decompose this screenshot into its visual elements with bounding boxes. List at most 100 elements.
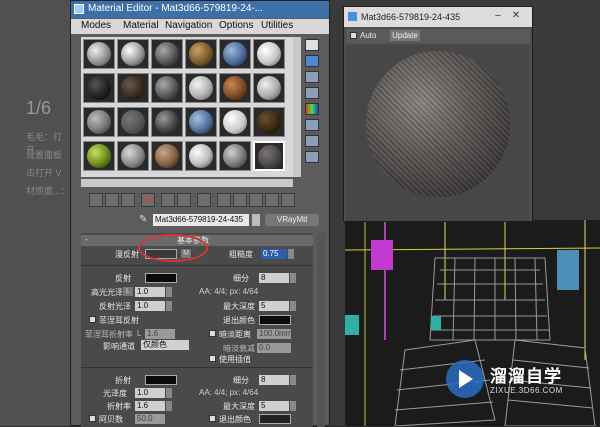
roughness-input[interactable]: 0.75 (261, 249, 287, 259)
material-id-icon[interactable] (217, 193, 231, 207)
ior-spinner[interactable] (166, 401, 172, 411)
hilight-gloss-input[interactable]: 1.0 (135, 287, 165, 297)
refl-gloss-input[interactable]: 1.0 (135, 301, 165, 311)
background-icon[interactable] (305, 71, 319, 83)
refract-exit-color-swatch[interactable] (259, 414, 291, 424)
material-name-dropdown[interactable] (252, 214, 260, 226)
go-to-parent-icon[interactable] (265, 193, 279, 207)
backlight-icon[interactable] (305, 55, 319, 67)
ior-input[interactable]: 1.6 (135, 401, 165, 411)
sample-slot[interactable] (185, 73, 217, 103)
reflect-exit-color-swatch[interactable] (259, 315, 291, 325)
copy-material-icon[interactable] (161, 193, 175, 207)
refract-gloss-input[interactable]: 1.0 (135, 388, 165, 398)
sample-slot[interactable] (117, 39, 149, 69)
show-end-result-icon[interactable] (249, 193, 263, 207)
reflect-subdiv-spinner[interactable] (290, 273, 296, 283)
sample-slot[interactable] (219, 141, 251, 171)
refract-color-swatch[interactable] (145, 375, 177, 385)
material-type-button[interactable]: VRayMtl (265, 214, 319, 226)
material-editor-window[interactable]: Material Editor - Mat3d66-579819-24-... … (70, 0, 330, 427)
sample-slot[interactable] (117, 107, 149, 137)
menu-utilities[interactable]: Utilities (261, 20, 293, 31)
sample-slot[interactable] (185, 39, 217, 69)
dim-distance-checkbox[interactable] (209, 330, 216, 337)
sample-slot[interactable] (151, 107, 183, 137)
refract-gloss-spinner[interactable] (166, 388, 172, 398)
update-button[interactable]: Update (390, 30, 420, 41)
roughness-spinner[interactable] (288, 249, 294, 259)
panel-scrollbar[interactable] (317, 233, 325, 427)
reflect-max-depth-input[interactable]: 5 (259, 301, 289, 311)
get-material-icon[interactable] (89, 193, 103, 207)
sample-slot[interactable] (185, 107, 217, 137)
refl-gloss-label: 反射光泽 (99, 302, 131, 311)
refract-subdiv-spinner[interactable] (290, 375, 296, 385)
material-preview-sphere (366, 51, 510, 197)
reset-map-icon[interactable]: ✕ (141, 193, 155, 207)
eyedropper-icon[interactable]: ✎ (139, 215, 149, 225)
affect-channels-dropdown[interactable]: 仅颜色 (141, 340, 189, 350)
sample-slot-selected[interactable] (253, 141, 285, 171)
assign-to-selection-icon[interactable] (121, 193, 135, 207)
make-unique-icon[interactable] (177, 193, 191, 207)
sample-slot[interactable] (253, 73, 285, 103)
make-preview-icon[interactable] (305, 119, 319, 131)
sample-slot[interactable] (219, 39, 251, 69)
section-divider (81, 367, 313, 368)
sample-slot[interactable] (185, 141, 217, 171)
dim-falloff-input[interactable]: 0.0 (257, 343, 291, 353)
reflect-subdiv-input[interactable]: 8 (259, 273, 289, 283)
refract-max-depth-input[interactable]: 5 (259, 401, 289, 411)
show-map-icon[interactable] (233, 193, 247, 207)
material-preview-window[interactable]: Mat3d66-579819-24-435 – ✕ Auto Update (343, 6, 533, 222)
hilight-lock-button[interactable]: L (123, 287, 133, 296)
options-icon[interactable] (305, 135, 319, 147)
close-button[interactable]: ✕ (510, 11, 522, 21)
reflect-max-depth-spinner[interactable] (290, 301, 296, 311)
sample-slot[interactable] (83, 107, 115, 137)
select-by-material-icon[interactable] (305, 151, 319, 163)
abbe-checkbox[interactable] (89, 415, 96, 422)
put-to-library-icon[interactable] (197, 193, 211, 207)
fresnel-checkbox[interactable] (89, 316, 96, 323)
sample-slot[interactable] (83, 141, 115, 171)
menu-navigation[interactable]: Navigation (165, 20, 212, 31)
minimize-button[interactable]: – (492, 11, 504, 21)
material-editor-titlebar[interactable]: Material Editor - Mat3d66-579819-24-... (71, 1, 329, 18)
slots-vertical-scrollbar[interactable] (293, 37, 301, 177)
menu-material[interactable]: Material (123, 20, 159, 31)
sample-slot[interactable] (219, 107, 251, 137)
refract-exit-color-checkbox[interactable] (209, 415, 216, 422)
uv-tiling-icon[interactable] (305, 87, 319, 99)
refract-max-depth-spinner[interactable] (290, 401, 296, 411)
sample-slot[interactable] (117, 141, 149, 171)
sample-slot[interactable] (151, 141, 183, 171)
auto-checkbox[interactable] (350, 32, 357, 39)
sample-slot[interactable] (219, 73, 251, 103)
hilight-gloss-spinner[interactable] (166, 287, 172, 297)
dim-distance-input[interactable]: 100.0mm (257, 329, 292, 339)
slots-horizontal-scrollbar[interactable] (81, 179, 293, 187)
refl-gloss-spinner[interactable] (166, 301, 172, 311)
material-name-field[interactable]: Mat3d66-579819-24-435 (153, 214, 249, 226)
sample-slot[interactable] (253, 39, 285, 69)
sample-slot[interactable] (117, 73, 149, 103)
video-color-check-icon[interactable] (305, 103, 319, 115)
reflect-color-swatch[interactable] (145, 273, 177, 283)
abbe-input[interactable]: 50.0 (135, 414, 165, 424)
sample-type-icon[interactable] (305, 39, 319, 51)
menu-modes[interactable]: Modes (81, 20, 111, 31)
sample-slot[interactable] (151, 39, 183, 69)
put-to-scene-icon[interactable] (105, 193, 119, 207)
sample-slot[interactable] (83, 39, 115, 69)
sample-slot[interactable] (253, 107, 285, 137)
use-interp-checkbox[interactable] (209, 355, 216, 362)
go-forward-sibling-icon[interactable] (281, 193, 295, 207)
sample-slot[interactable] (83, 73, 115, 103)
sample-slot[interactable] (151, 73, 183, 103)
menu-options[interactable]: Options (219, 20, 253, 31)
preview-titlebar[interactable]: Mat3d66-579819-24-435 – ✕ (344, 7, 532, 27)
refract-subdiv-input[interactable]: 8 (259, 375, 289, 385)
fresnel-ior-input[interactable]: 1.6 (145, 329, 175, 339)
